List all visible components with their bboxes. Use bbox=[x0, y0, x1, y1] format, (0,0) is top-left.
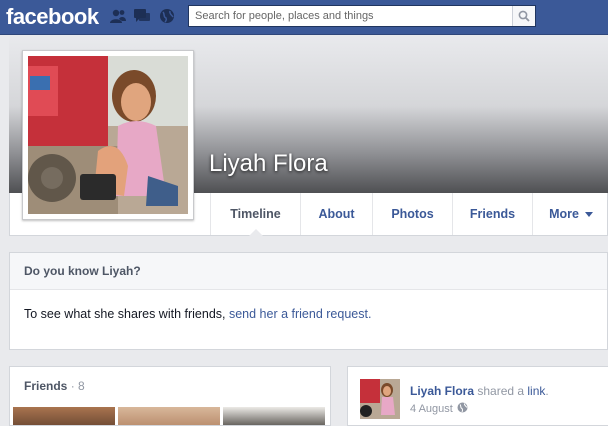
post-timestamp: 4 August bbox=[410, 402, 468, 416]
do-you-know-message: To see what she shares with friends, sen… bbox=[24, 307, 371, 321]
post-period: . bbox=[545, 384, 549, 398]
friend-thumbnail[interactable] bbox=[223, 407, 325, 425]
post-date-link[interactable]: 4 August bbox=[410, 403, 453, 415]
facebook-logo[interactable]: facebook bbox=[6, 4, 99, 30]
search-input[interactable] bbox=[189, 6, 515, 26]
friend-thumbnail[interactable] bbox=[13, 407, 115, 425]
friends-title: Friends bbox=[24, 379, 68, 393]
messages-icon[interactable] bbox=[133, 8, 151, 24]
search-icon bbox=[518, 10, 530, 22]
post-action-text: shared a bbox=[474, 384, 528, 398]
profile-name: Liyah Flora bbox=[209, 150, 328, 177]
profile-picture[interactable] bbox=[22, 50, 194, 220]
public-globe-icon bbox=[457, 402, 468, 416]
chevron-down-icon bbox=[584, 212, 593, 218]
tab-friends[interactable]: Friends bbox=[452, 193, 532, 235]
friends-box-title[interactable]: Friends · 8 bbox=[24, 379, 85, 393]
top-navigation-bar: facebook bbox=[0, 0, 608, 35]
post-author-link[interactable]: Liyah Flora bbox=[410, 384, 474, 398]
tab-timeline[interactable]: Timeline bbox=[210, 193, 300, 236]
friends-count: · 8 bbox=[70, 379, 85, 393]
post-author-avatar[interactable] bbox=[360, 379, 400, 419]
tab-about[interactable]: About bbox=[300, 193, 372, 235]
notifications-globe-icon[interactable] bbox=[158, 8, 176, 24]
friend-thumbnail[interactable] bbox=[118, 407, 220, 425]
do-you-know-title: Do you know Liyah? bbox=[10, 253, 607, 290]
friend-requests-icon[interactable] bbox=[109, 8, 127, 24]
timeline-post: Liyah Flora shared a link. 4 August bbox=[347, 366, 608, 426]
tab-more-label: More bbox=[549, 207, 579, 221]
friends-box: Friends · 8 bbox=[9, 366, 331, 426]
tab-more[interactable]: More bbox=[532, 193, 608, 235]
tab-photos[interactable]: Photos bbox=[372, 193, 452, 235]
search-box bbox=[188, 5, 536, 27]
search-button[interactable] bbox=[512, 6, 535, 26]
do-you-know-box: Do you know Liyah? To see what she share… bbox=[9, 252, 608, 350]
post-headline: Liyah Flora shared a link. bbox=[410, 384, 549, 398]
profile-photo-image bbox=[28, 56, 188, 214]
post-link-link[interactable]: link bbox=[527, 384, 545, 398]
do-you-know-text: To see what she shares with friends, bbox=[24, 307, 229, 321]
send-friend-request-link[interactable]: send her a friend request. bbox=[229, 307, 371, 321]
